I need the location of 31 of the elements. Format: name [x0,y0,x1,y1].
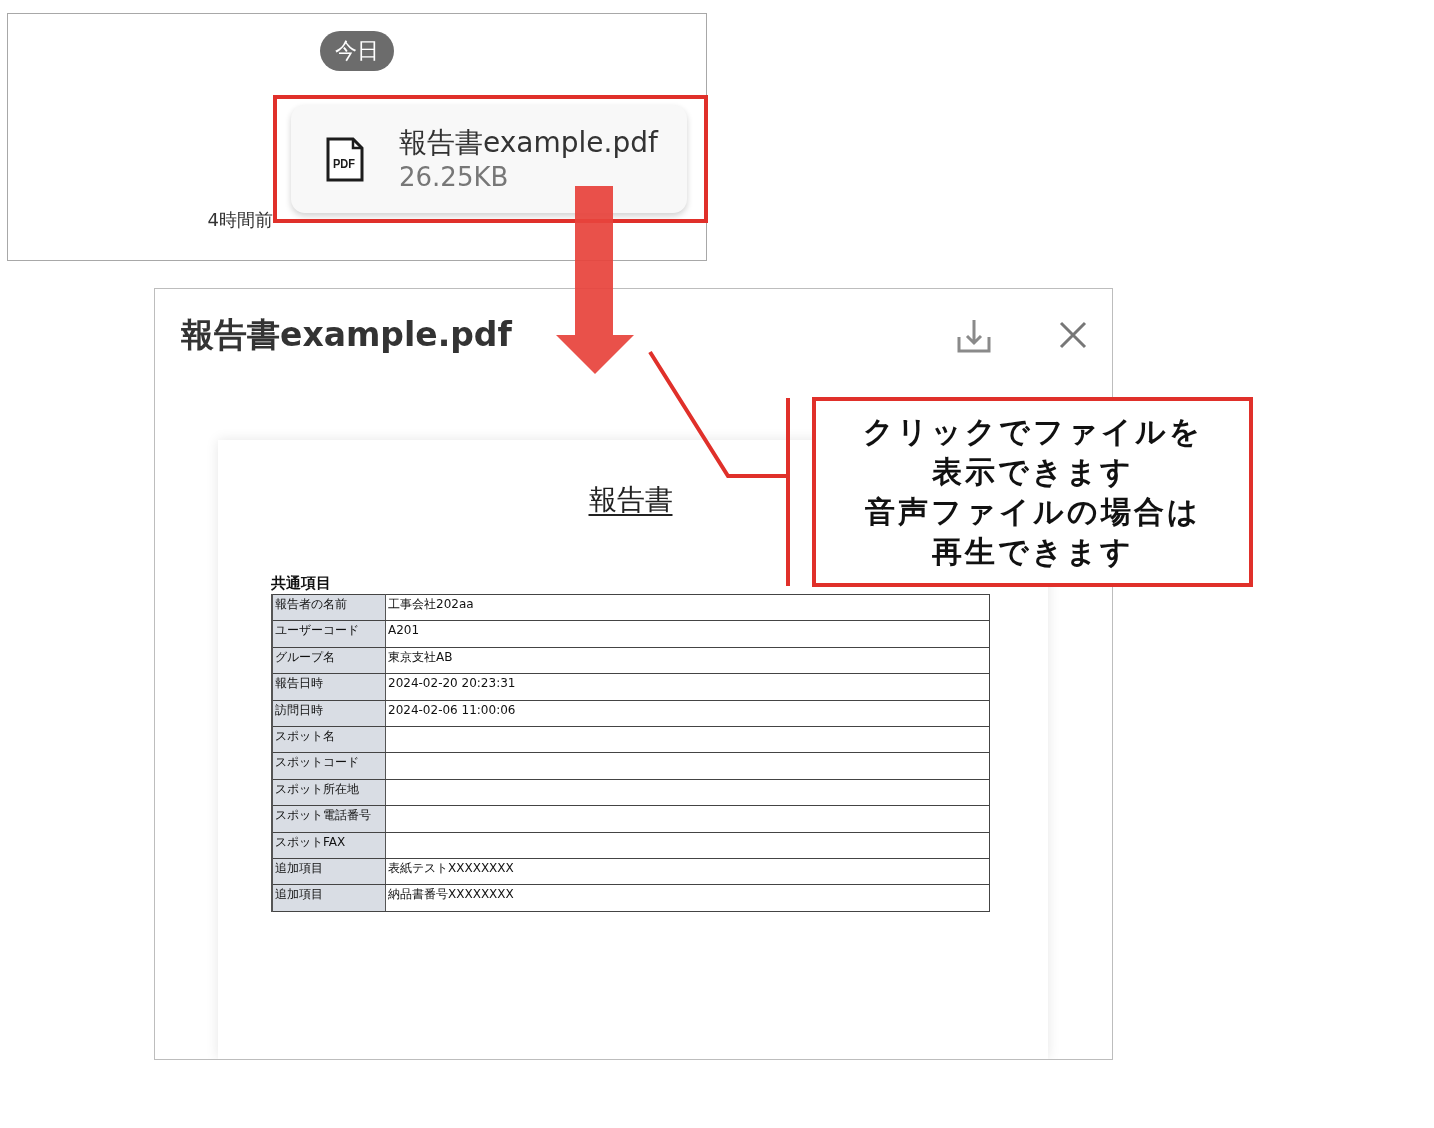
table-cell: スポットFAX [272,832,386,859]
table-cell: スポット名 [272,726,386,753]
table-cell: 訪問日時 [272,700,386,727]
section-title: 共通項目 [271,574,331,592]
pdf-file-icon: PDF [326,136,364,182]
file-name: 報告書example.pdf [399,125,658,161]
table-cell: 2024-02-20 20:23:31 [385,673,990,701]
table-cell: 追加項目 [272,884,386,912]
table-cell: 追加項目 [272,858,386,885]
table-cell: 表紙テストXXXXXXXX [385,858,990,885]
document-heading: 報告書 [588,482,673,518]
date-chip: 今日 [320,31,394,71]
table-cell: 工事会社202aa [385,594,990,621]
close-icon[interactable] [1059,321,1087,349]
table-cell: 報告日時 [272,673,386,701]
table-cell: A201 [385,620,990,648]
viewer-title: 報告書example.pdf [181,314,512,356]
file-size: 26.25KB [399,161,510,193]
message-time: 4時間前 [207,209,273,231]
file-card[interactable]: PDF 報告書example.pdf 26.25KB [291,105,687,213]
download-icon[interactable] [957,319,991,353]
table-cell: ユーザーコード [272,620,386,648]
table-cell: 報告者の名前 [272,594,386,621]
table-cell: スポットコード [272,752,386,780]
callout-note: クリックでファイルを 表示できます 音声ファイルの場合は 再生できます [812,397,1253,587]
table-cell: スポット電話番号 [272,805,386,832]
table-cell: 2024-02-06 11:00:06 [385,700,990,727]
table-cell: グループ名 [272,647,386,674]
table-cell: スポット所在地 [272,779,386,806]
table-cell: 納品書番号XXXXXXXX [385,884,990,912]
table-cell: 東京支社AB [385,647,990,674]
